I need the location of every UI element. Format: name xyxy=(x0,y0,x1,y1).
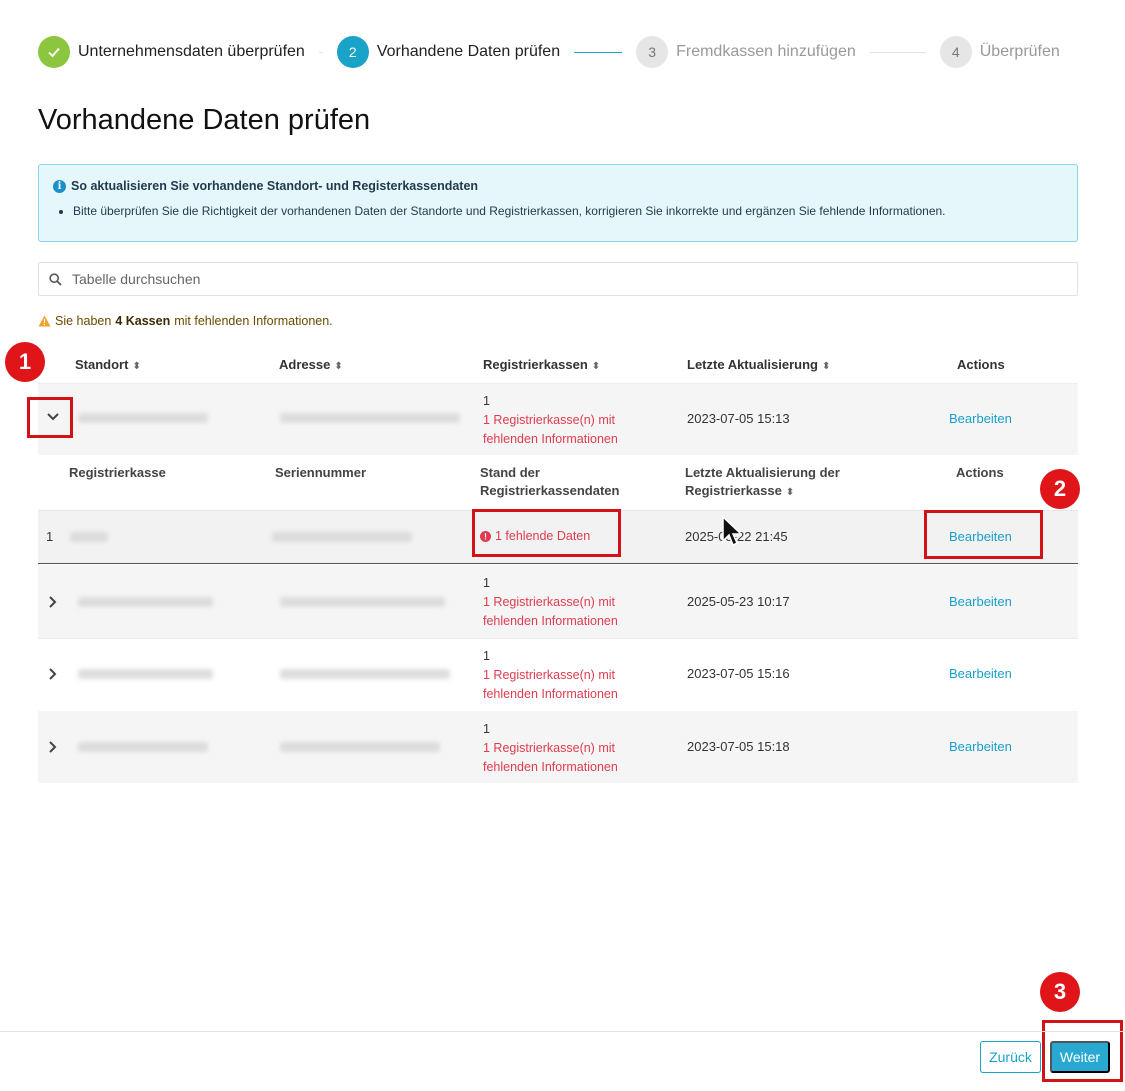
last-updated: 2025-05-23 10:17 xyxy=(687,594,790,609)
search-box[interactable] xyxy=(38,262,1078,296)
highlight-edit-button xyxy=(924,510,1043,559)
highlight-expand-toggle xyxy=(27,397,73,438)
edit-link[interactable]: Bearbeiten xyxy=(949,411,1012,426)
step-connector xyxy=(318,51,323,53)
annotation-marker-3: 3 xyxy=(1040,972,1080,1012)
step-4-number: 4 xyxy=(939,36,972,68)
column-header-adresse[interactable]: Adresse ⬍ xyxy=(279,357,343,372)
blurred-adresse xyxy=(280,413,460,423)
edit-link[interactable]: Bearbeiten xyxy=(949,739,1012,754)
info-title-text: So aktualisieren Sie vorhandene Standort… xyxy=(71,179,479,193)
subtable-header-registrierkasse: Registrierkasse xyxy=(69,465,166,480)
register-index: 1 xyxy=(46,529,54,544)
annotation-marker-2: 2 xyxy=(1040,469,1080,509)
page-title: Vorhandene Daten prüfen xyxy=(38,104,371,136)
footer-divider xyxy=(0,1031,1125,1032)
column-header-standort[interactable]: Standort ⬍ xyxy=(75,357,141,372)
edit-link[interactable]: Bearbeiten xyxy=(949,666,1012,681)
missing-info-text: 1 Registrierkasse(n) mit fehlenden Infor… xyxy=(483,741,618,774)
step-connector xyxy=(869,51,926,53)
blurred-register-name xyxy=(70,532,108,542)
step-4-label: Überprüfen xyxy=(979,43,1060,60)
info-icon: i xyxy=(53,179,66,193)
search-input[interactable] xyxy=(72,271,972,287)
highlight-missing-data xyxy=(472,509,621,557)
search-icon xyxy=(49,272,62,286)
blurred-serial xyxy=(272,532,412,542)
blurred-adresse xyxy=(280,669,450,679)
info-title: i So aktualisieren Sie vorhandene Stando… xyxy=(53,179,1061,193)
last-updated: 2023-07-05 15:13 xyxy=(687,411,790,426)
missing-info-warning: Sie haben 4 Kassen mit fehlenden Informa… xyxy=(38,314,333,328)
step-2[interactable]: 2 Vorhandene Daten prüfen xyxy=(336,36,561,68)
step-connector xyxy=(574,51,623,53)
blurred-adresse xyxy=(280,742,440,752)
blurred-standort xyxy=(78,413,208,423)
register-count: 1 xyxy=(483,576,490,590)
blurred-adresse xyxy=(280,597,445,607)
chevron-right-icon[interactable] xyxy=(49,595,57,611)
subtable-header-actions: Actions xyxy=(956,465,1004,480)
step-1[interactable]: Unternehmensdaten überprüfen xyxy=(38,36,305,68)
annotation-marker-1: 1 xyxy=(5,342,45,382)
check-icon xyxy=(38,36,70,68)
sort-icon: ⬍ xyxy=(334,361,343,372)
mouse-cursor-icon xyxy=(722,516,742,547)
info-list-item: Bitte überprüfen Sie die Richtigkeit der… xyxy=(73,204,1061,218)
step-2-label: Vorhandene Daten prüfen xyxy=(376,43,561,60)
step-3-number: 3 xyxy=(636,36,669,68)
subtable-header-seriennummer: Seriennummer xyxy=(275,465,367,480)
blurred-standort xyxy=(78,669,213,679)
info-box: i So aktualisieren Sie vorhandene Stando… xyxy=(38,164,1078,242)
warning-icon xyxy=(38,315,51,327)
warning-rest: mit fehlenden Informationen. xyxy=(174,314,333,328)
register-count: 1 xyxy=(483,649,490,663)
register-count: 1 xyxy=(483,722,490,736)
blurred-standort xyxy=(78,742,208,752)
last-updated: 2023-07-05 15:16 xyxy=(687,666,790,681)
sort-icon: ⬍ xyxy=(591,361,601,372)
stepper: Unternehmensdaten überprüfen 2 Vorhanden… xyxy=(38,36,1078,68)
edit-link[interactable]: Bearbeiten xyxy=(949,594,1012,609)
subtable-header-letzte-aktualisierung[interactable]: Letzte Aktualisierung der Registrierkass… xyxy=(685,464,860,502)
subtable-header-stand: Stand der Registrierkassendaten xyxy=(480,465,620,498)
register-count: 1 xyxy=(483,394,490,408)
missing-info-text: 1 Registrierkasse(n) mit fehlenden Infor… xyxy=(483,668,618,701)
sort-icon: ⬍ xyxy=(785,487,795,498)
back-button[interactable]: Zurück xyxy=(980,1041,1041,1073)
step-3[interactable]: 3 Fremdkassen hinzufügen xyxy=(636,36,856,68)
next-button[interactable]: Weiter xyxy=(1050,1041,1110,1073)
chevron-right-icon[interactable] xyxy=(49,667,57,683)
column-header-actions: Actions xyxy=(957,357,1005,372)
missing-info-text: 1 Registrierkasse(n) mit fehlenden Infor… xyxy=(483,595,618,628)
step-3-label: Fremdkassen hinzufügen xyxy=(676,43,856,60)
step-1-label: Unternehmensdaten überprüfen xyxy=(78,43,305,60)
warning-count: 4 Kassen xyxy=(115,314,171,328)
step-4[interactable]: 4 Überprüfen xyxy=(939,36,1060,68)
column-header-letzte-aktualisierung[interactable]: Letzte Aktualisierung ⬍ xyxy=(687,357,830,372)
sort-icon: ⬍ xyxy=(132,361,141,372)
warning-lead: Sie haben xyxy=(55,314,112,328)
column-header-registrierkassen[interactable]: Registrierkassen ⬍ xyxy=(483,357,600,372)
missing-info-text: 1 Registrierkasse(n) mit fehlenden Infor… xyxy=(483,413,618,446)
last-updated: 2023-07-05 15:18 xyxy=(687,739,790,754)
chevron-right-icon[interactable] xyxy=(49,740,57,756)
sort-icon: ⬍ xyxy=(821,361,831,372)
info-list: Bitte überprüfen Sie die Richtigkeit der… xyxy=(53,204,1061,218)
blurred-standort xyxy=(78,597,213,607)
step-2-number: 2 xyxy=(336,36,369,68)
